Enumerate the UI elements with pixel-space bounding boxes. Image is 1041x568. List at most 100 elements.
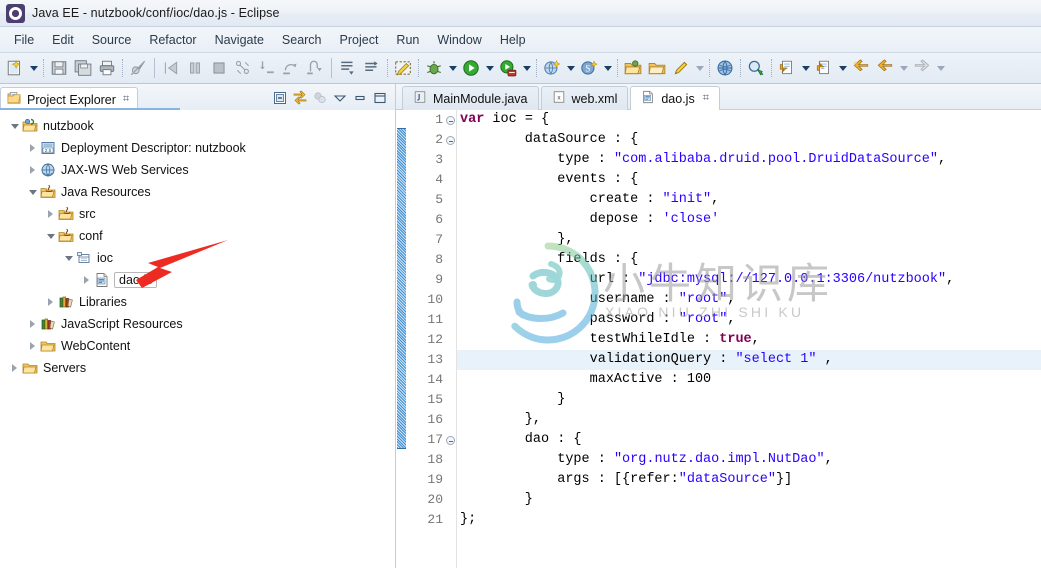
fold-collapse-marker[interactable] <box>446 116 455 125</box>
code-line: events : { <box>460 172 639 187</box>
debug-icon[interactable] <box>422 56 446 80</box>
save-all-icon[interactable] <box>71 56 95 80</box>
tree-item-deployment-descriptor-nutzbook[interactable]: 2.5 Deployment Descriptor: nutzbook <box>0 137 395 159</box>
next-edit-dropdown-icon[interactable] <box>799 56 812 80</box>
deployment-descriptor-icon: 2.5 <box>39 139 57 157</box>
chevron-down-icon[interactable] <box>44 225 57 247</box>
step-into-icon[interactable] <box>255 56 279 80</box>
folding-ruler[interactable] <box>445 110 456 568</box>
run-dropdown-icon[interactable] <box>483 56 496 80</box>
menu-item-file[interactable]: File <box>5 30 43 50</box>
view-menu-filter-icon[interactable] <box>311 89 329 107</box>
tree-item-webcontent[interactable]: WebContent <box>0 335 395 357</box>
maximize-view-icon[interactable] <box>371 89 389 107</box>
chevron-right-icon[interactable] <box>8 357 21 379</box>
project-explorer-tab-row: Project Explorer ⌗ <box>0 84 395 111</box>
chevron-right-icon[interactable] <box>44 291 57 313</box>
project-tree[interactable]: nutzbook 2.5 Deployment Descriptor: nutzbo… <box>0 110 395 568</box>
debug-dropdown-icon[interactable] <box>446 56 459 80</box>
disconnect-icon[interactable] <box>231 56 255 80</box>
menu-item-help[interactable]: Help <box>491 30 535 50</box>
editor-tab-mainmodule-java[interactable]: MainModule.java <box>402 86 539 110</box>
save-icon[interactable] <box>47 56 71 80</box>
tree-item-libraries[interactable]: Libraries <box>0 291 395 313</box>
close-icon[interactable]: ⌗ <box>123 93 129 106</box>
resume-icon[interactable] <box>159 56 183 80</box>
new-java-ee-project-icon[interactable] <box>540 56 564 80</box>
tree-item-javascript-resources[interactable]: JavaScript Resources <box>0 313 395 335</box>
java-file-icon <box>413 90 427 107</box>
chevron-down-icon[interactable] <box>62 247 75 269</box>
toggle-mark-occurrences-icon[interactable] <box>391 56 415 80</box>
new-java-ee-dropdown-icon[interactable] <box>564 56 577 80</box>
collapse-all-icon[interactable] <box>271 89 289 107</box>
menu-item-run[interactable]: Run <box>387 30 428 50</box>
new-servlet-dropdown-icon[interactable] <box>601 56 614 80</box>
chevron-right-icon[interactable] <box>26 137 39 159</box>
back-star-icon[interactable] <box>849 56 873 80</box>
pencil-icon[interactable] <box>669 56 693 80</box>
new-wizard-dropdown-icon[interactable] <box>27 56 40 80</box>
svg-text:2.5: 2.5 <box>45 148 52 153</box>
step-over-icon[interactable] <box>279 56 303 80</box>
toggle-breakpoint-icon[interactable] <box>126 56 150 80</box>
forward-dropdown-icon[interactable] <box>934 56 947 80</box>
new-servlet-icon[interactable]: S <box>577 56 601 80</box>
minimize-view-icon[interactable] <box>351 89 369 107</box>
run-icon[interactable] <box>459 56 483 80</box>
code-text[interactable]: var ioc = { dataSource : { type : "com.a… <box>457 110 1041 568</box>
menu-item-window[interactable]: Window <box>428 30 490 50</box>
forward-icon[interactable] <box>910 56 934 80</box>
open-web-browser-icon[interactable] <box>713 56 737 80</box>
menu-item-source[interactable]: Source <box>83 30 141 50</box>
previous-edit-location-icon[interactable] <box>812 56 836 80</box>
chevron-down-icon[interactable] <box>8 115 21 137</box>
tree-item-nutzbook[interactable]: nutzbook <box>0 115 395 137</box>
run-on-server-icon[interactable] <box>496 56 520 80</box>
back-dropdown-icon[interactable] <box>897 56 910 80</box>
print-icon[interactable] <box>95 56 119 80</box>
tree-item-dao-js[interactable]: dao.js <box>0 269 395 291</box>
tree-item-jax-ws-web-services[interactable]: JAX-WS Web Services <box>0 159 395 181</box>
search-icon[interactable] <box>744 56 768 80</box>
next-edit-location-icon[interactable] <box>775 56 799 80</box>
tree-item-java-resources[interactable]: Java Resources <box>0 181 395 203</box>
chevron-right-icon[interactable] <box>44 203 57 225</box>
close-icon[interactable]: ⌗ <box>703 92 709 105</box>
tree-item-ioc[interactable]: ioc <box>0 247 395 269</box>
code-editor[interactable]: 1 2 3 4 5 6 7 8 9 10 11 12 13 14 15 16 17 18 19 20 21 var io… <box>396 110 1041 568</box>
suspend-icon[interactable] <box>183 56 207 80</box>
chevron-right-icon[interactable] <box>26 159 39 181</box>
chevron-right-icon[interactable] <box>26 313 39 335</box>
previous-edit-dropdown-icon[interactable] <box>836 56 849 80</box>
chevron-down-icon[interactable] <box>26 181 39 203</box>
run-on-server-dropdown-icon[interactable] <box>520 56 533 80</box>
terminate-icon[interactable] <box>207 56 231 80</box>
menu-item-navigate[interactable]: Navigate <box>206 30 273 50</box>
open-task-icon[interactable] <box>645 56 669 80</box>
code-line: depose : 'close' <box>460 212 720 227</box>
chevron-right-icon[interactable] <box>80 269 93 291</box>
back-icon[interactable] <box>873 56 897 80</box>
tree-item-servers[interactable]: Servers <box>0 357 395 379</box>
previous-annotation-icon[interactable] <box>360 56 384 80</box>
new-wizard-icon[interactable] <box>3 56 27 80</box>
step-return-icon[interactable] <box>303 56 327 80</box>
menu-item-edit[interactable]: Edit <box>43 30 83 50</box>
menu-item-project[interactable]: Project <box>331 30 388 50</box>
open-type-icon[interactable] <box>621 56 645 80</box>
code-line: maxActive : 100 <box>460 372 712 387</box>
editor-tab-web-xml[interactable]: x web.xml <box>540 86 629 110</box>
next-annotation-icon[interactable] <box>336 56 360 80</box>
menu-item-search[interactable]: Search <box>273 30 331 50</box>
chevron-right-icon[interactable] <box>26 335 39 357</box>
tree-item-conf[interactable]: conf <box>0 225 395 247</box>
tree-item-src[interactable]: src <box>0 203 395 225</box>
link-with-editor-icon[interactable] <box>291 89 309 107</box>
menu-item-refactor[interactable]: Refactor <box>140 30 205 50</box>
editor-tab-dao-js[interactable]: dao.js ⌗ <box>630 86 720 110</box>
fold-collapse-marker[interactable] <box>446 436 455 445</box>
fold-collapse-marker[interactable] <box>446 136 455 145</box>
view-menu-icon[interactable] <box>331 89 349 107</box>
pencil-dropdown-icon[interactable] <box>693 56 706 80</box>
